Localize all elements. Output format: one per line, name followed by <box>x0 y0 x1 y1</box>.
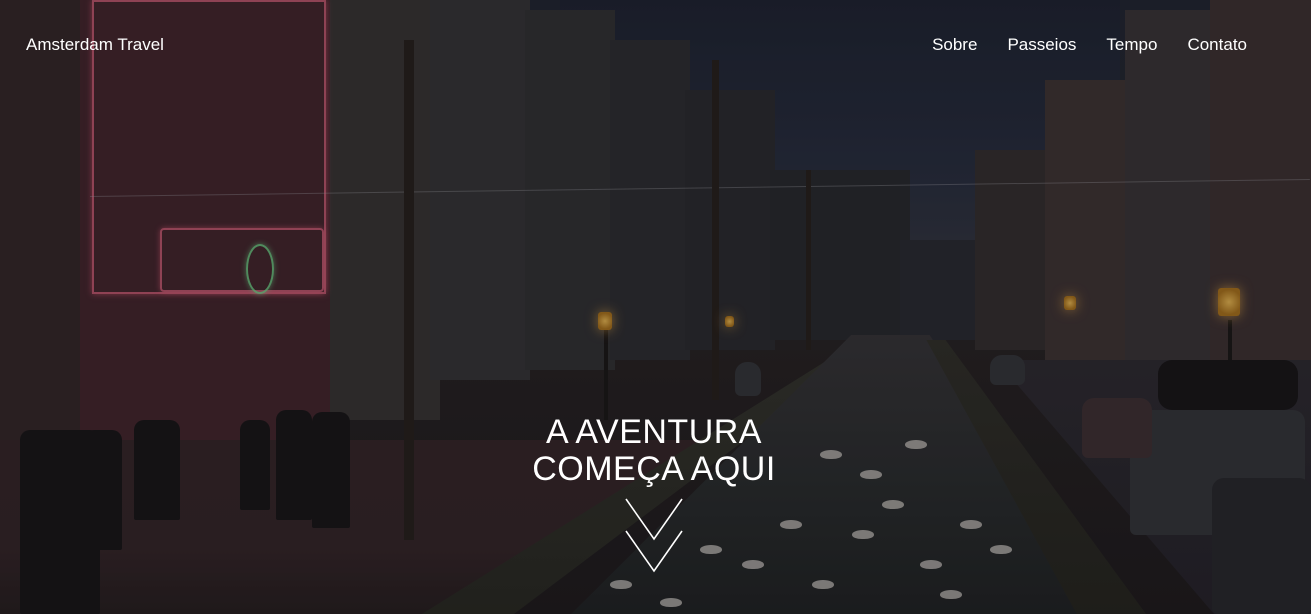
chevron-svg <box>625 498 683 573</box>
chevron-down-icon <box>625 498 683 541</box>
headline-line-1: A AVENTURA <box>546 413 762 451</box>
nav-menu: Sobre Passeios Tempo Contato <box>932 35 1247 55</box>
hero-headline: A AVENTURA COMEÇA AQUI <box>454 414 854 488</box>
double-chevron-down-icon[interactable] <box>624 497 684 575</box>
top-nav: Amsterdam Travel Sobre Passeios Tempo Co… <box>0 0 1311 90</box>
nav-link-contato[interactable]: Contato <box>1187 35 1247 55</box>
brand-link[interactable]: Amsterdam Travel <box>26 35 164 55</box>
nav-link-passeios[interactable]: Passeios <box>1007 35 1076 55</box>
headline-line-2: COMEÇA AQUI <box>532 450 776 488</box>
chevron-down-icon <box>625 530 683 573</box>
nav-link-tempo[interactable]: Tempo <box>1106 35 1157 55</box>
nav-link-sobre[interactable]: Sobre <box>932 35 977 55</box>
hero-section: Amsterdam Travel Sobre Passeios Tempo Co… <box>0 0 1311 614</box>
